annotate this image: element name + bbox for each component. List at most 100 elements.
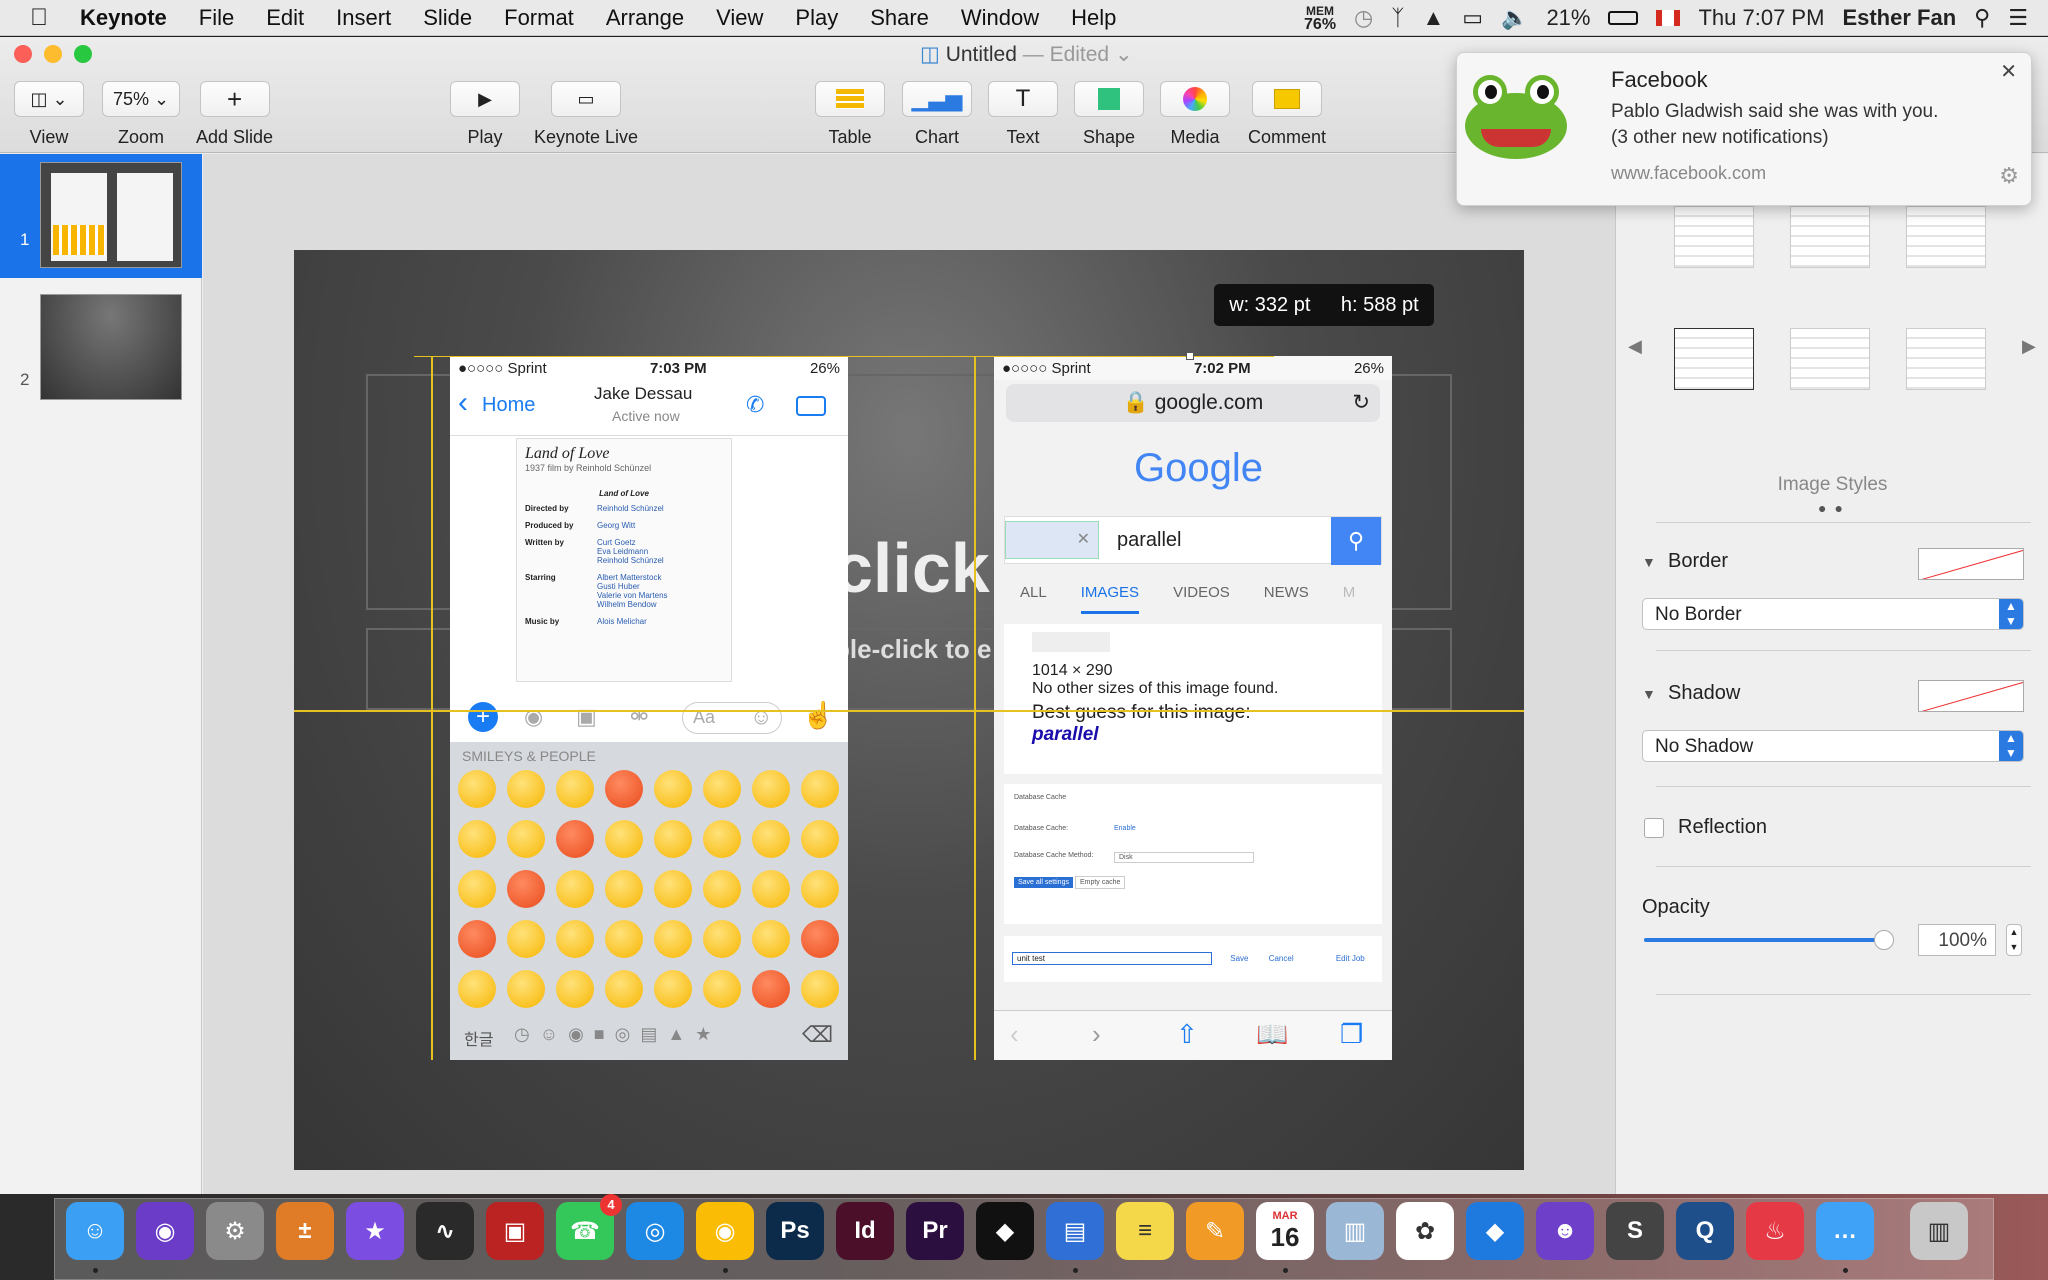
image-icon[interactable]: ▣ (576, 704, 597, 730)
pages-icon[interactable]: ✎ (1186, 1202, 1244, 1260)
facetime-icon[interactable]: ☎ 4 (556, 1194, 622, 1260)
memory-monitor[interactable]: MEM 76% (1304, 5, 1336, 33)
emoji-key[interactable] (556, 870, 594, 908)
safari-screenshot[interactable]: ●○○○○ Sprint 7:02 PM 26% 🔒 google.com ↻ … (994, 356, 1392, 1060)
table-button[interactable] (815, 81, 885, 117)
shadow-style-select[interactable]: No Shadow ▲ ▼ (1642, 730, 2024, 762)
messages-icon[interactable]: … (1816, 1202, 1874, 1260)
emoji-key[interactable] (605, 770, 643, 808)
clock[interactable]: Thu 7:07 PM (1698, 5, 1824, 31)
photos-icon[interactable]: ✿ (1396, 1202, 1454, 1260)
emoji-key[interactable] (801, 870, 839, 908)
tab-news[interactable]: NEWS (1264, 584, 1309, 614)
view-button[interactable]: ◫ ⌄ (14, 81, 84, 117)
safari-icon[interactable]: ◎ (626, 1202, 684, 1260)
view-tool[interactable]: ◫ ⌄ View (14, 81, 84, 148)
address-bar[interactable]: 🔒 google.com ↻ (1006, 384, 1380, 422)
minimize-window-button[interactable] (44, 45, 62, 63)
menu-help[interactable]: Help (1055, 5, 1132, 31)
volume-icon[interactable]: 🔈 (1501, 5, 1528, 31)
table-tool[interactable]: Table (815, 81, 885, 148)
preview-icon[interactable]: ▥ (1326, 1202, 1384, 1260)
bookmarks-icon[interactable]: 📖 (1256, 1019, 1288, 1050)
media-button[interactable] (1160, 81, 1230, 117)
keyboard-language-key[interactable]: 한글 (464, 1026, 493, 1050)
slide-canvas[interactable]: click ble-click to e w: 332 pt h: 588 pt… (203, 154, 1615, 1194)
plus-icon[interactable]: + (468, 702, 498, 732)
apple-menu-icon[interactable]:  (0, 4, 64, 32)
media-tool[interactable]: Media (1160, 81, 1230, 148)
text-tool[interactable]: T Text (988, 81, 1058, 148)
play-button[interactable]: ▶ (450, 81, 520, 117)
menu-slide[interactable]: Slide (407, 5, 488, 31)
quicktime-icon[interactable]: Q (1676, 1202, 1734, 1260)
chrome-icon[interactable]: ◉ (696, 1202, 754, 1260)
search-input[interactable]: parallel (1117, 529, 1181, 552)
emoji-icon[interactable]: ☺ (750, 704, 772, 730)
opacity-field[interactable]: 100% (1918, 924, 1996, 956)
shape-tool[interactable]: Shape (1074, 81, 1144, 148)
emoji-key[interactable] (458, 820, 496, 858)
menu-format[interactable]: Format (488, 5, 590, 31)
keynote-icon[interactable]: ▤ (1046, 1202, 1104, 1260)
emoji-key[interactable] (458, 920, 496, 958)
menu-insert[interactable]: Insert (320, 5, 407, 31)
system-preferences-icon[interactable]: ⚙ (206, 1202, 264, 1260)
menu-play[interactable]: Play (779, 5, 854, 31)
method-select[interactable]: Disk (1114, 852, 1254, 863)
emoji-key[interactable] (752, 970, 790, 1008)
comment-button[interactable] (1252, 81, 1323, 117)
image-style-preset[interactable] (1790, 206, 1870, 268)
zoom-button[interactable]: 75% ⌄ (102, 81, 180, 117)
save-all-settings-button[interactable]: Save all settings (1014, 877, 1073, 888)
chevron-left-icon[interactable]: ◀ (1628, 336, 1642, 357)
photo-booth-icon[interactable]: ▣ (486, 1202, 544, 1260)
premiere-icon[interactable]: Pr (906, 1202, 964, 1260)
emoji-key[interactable] (458, 970, 496, 1008)
reload-icon[interactable]: ↻ (1352, 384, 1370, 422)
zoom-window-button[interactable] (74, 45, 92, 63)
link-card[interactable]: Land of Love 1937 film by Reinhold Schün… (516, 438, 732, 682)
indesign-icon[interactable]: Id (836, 1202, 894, 1260)
image-style-preset[interactable] (1906, 206, 1986, 268)
search-button[interactable]: ⚲ (1331, 517, 1381, 565)
emoji-key[interactable] (654, 770, 692, 808)
notification-center-icon[interactable]: ☰ (2008, 5, 2028, 31)
video-camera-icon[interactable] (796, 396, 826, 416)
tidal-icon[interactable]: ◆ (976, 1202, 1034, 1260)
emoji-key[interactable] (507, 920, 545, 958)
chart-tool[interactable]: ▁▃▅ Chart (902, 81, 972, 148)
emoji-key[interactable] (458, 770, 496, 808)
calculator-icon[interactable]: ± (276, 1202, 334, 1260)
disclosure-triangle-icon[interactable]: ▼ (1642, 554, 1656, 570)
emoji-key[interactable] (801, 920, 839, 958)
emoji-key[interactable] (556, 970, 594, 1008)
back-button[interactable]: Home (482, 394, 535, 417)
emoji-key[interactable] (752, 870, 790, 908)
emoji-key[interactable] (654, 920, 692, 958)
empty-cache-button[interactable]: Empty cache (1074, 876, 1126, 889)
text-button[interactable]: T (988, 81, 1058, 117)
slide-thumb-1-selected[interactable]: 1 (0, 154, 202, 278)
photoshop-icon[interactable]: Ps (766, 1202, 824, 1260)
emoji-key[interactable] (752, 820, 790, 858)
emoji-key[interactable] (801, 770, 839, 808)
emoji-key[interactable] (507, 820, 545, 858)
dropbox-icon[interactable]: ◆ (1466, 1202, 1524, 1260)
reflection-checkbox[interactable] (1644, 818, 1664, 838)
bluetooth-icon[interactable]: ᛉ (1391, 5, 1404, 31)
user-name[interactable]: Esther Fan (1842, 5, 1956, 31)
emoji-key[interactable] (507, 870, 545, 908)
chevron-right-icon[interactable]: ▶ (2022, 336, 2036, 357)
image-query-chip[interactable]: ✕ (1005, 521, 1099, 559)
sublime-icon[interactable]: S (1606, 1202, 1664, 1260)
keynote-live-button[interactable]: ▭ (551, 81, 622, 117)
menu-view[interactable]: View (700, 5, 779, 31)
emoji-category-icons[interactable]: ◷☺◉■◎▤▲★ (514, 1024, 721, 1045)
best-guess-link[interactable]: parallel (1032, 724, 1354, 746)
disclosure-triangle-icon[interactable]: ▼ (1642, 686, 1656, 702)
emoji-key[interactable] (703, 920, 741, 958)
emoji-key[interactable] (752, 770, 790, 808)
emoji-key[interactable] (556, 920, 594, 958)
messenger-screenshot[interactable]: ●○○○○ Sprint 7:03 PM 26% ‹ Home Jake Des… (450, 356, 848, 1060)
